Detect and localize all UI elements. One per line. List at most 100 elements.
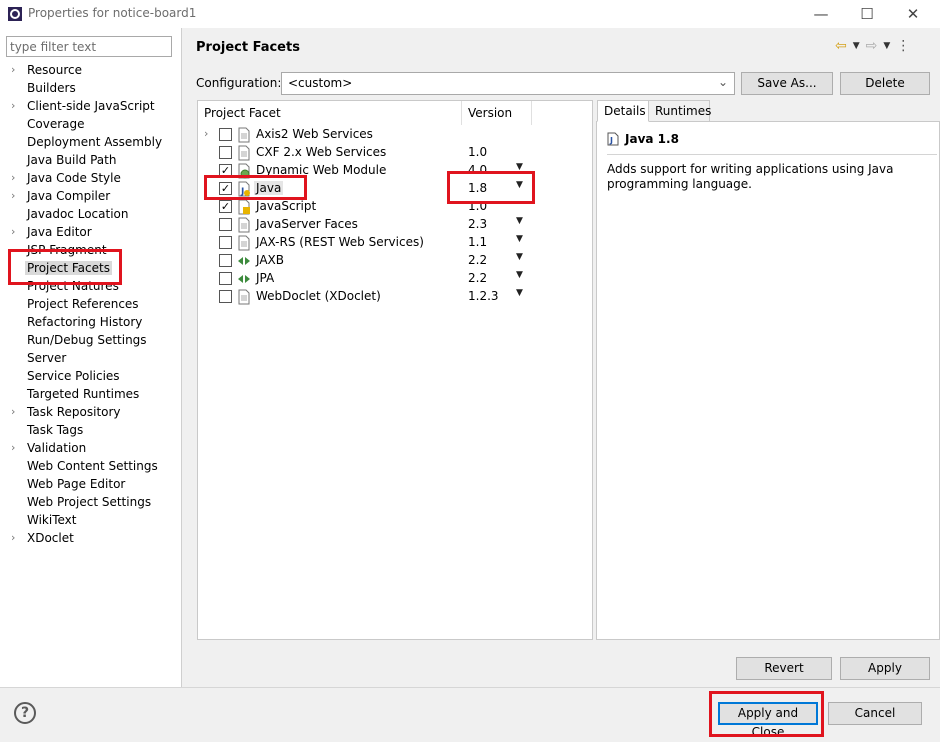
facet-row[interactable]: WebDoclet (XDoclet) 1.2.3 ▼ [198,288,592,306]
sidebar-item[interactable]: Project Facets [0,260,180,278]
chevron-right-icon[interactable]: › [11,171,15,184]
java-icon: J [237,181,251,197]
version-dropdown-icon[interactable]: ▼ [516,216,523,226]
sidebar-item[interactable]: Java Build Path [0,152,180,170]
facet-version[interactable]: 2.2 [468,253,487,267]
facet-row[interactable]: JPA 2.2 ▼ [198,270,592,288]
tab-details[interactable]: Details [597,100,649,122]
chevron-right-icon[interactable]: › [204,127,208,140]
sidebar-item[interactable]: › Task Repository [0,404,180,422]
cancel-button[interactable]: Cancel [828,702,922,725]
filter-input[interactable] [6,36,172,57]
sidebar-item[interactable]: Web Content Settings [0,458,180,476]
sidebar-item[interactable]: Service Policies [0,368,180,386]
close-button[interactable]: ✕ [890,0,936,28]
sidebar-item[interactable]: Targeted Runtimes [0,386,180,404]
back-arrow-icon[interactable]: ⇦ [835,38,847,54]
facet-version[interactable]: 1.2.3 [468,289,499,303]
forward-dropdown-icon[interactable]: ▼ [883,41,890,51]
sidebar-item[interactable]: Server [0,350,180,368]
sidebar-item[interactable]: › Validation [0,440,180,458]
sidebar-item[interactable]: JSP Fragment [0,242,180,260]
version-dropdown-icon[interactable]: ▼ [516,162,523,172]
sidebar-item[interactable]: › Resource [0,62,180,80]
sidebar-item-label: Builders [27,81,76,95]
sidebar-item[interactable]: › XDoclet [0,530,180,548]
chevron-right-icon[interactable]: › [11,441,15,454]
facet-checkbox[interactable] [219,272,232,285]
minimize-button[interactable]: — [798,0,844,28]
sidebar-item[interactable]: Coverage [0,116,180,134]
facet-version[interactable]: 2.2 [468,271,487,285]
project-facets-page: Project Facets ⇦ ▼ ⇨ ▼ ⋮ Configuration: … [183,28,940,687]
facet-version[interactable]: 2.3 [468,217,487,231]
facet-row[interactable]: CXF 2.x Web Services 1.0 [198,144,592,162]
facet-row[interactable]: JavaServer Faces 2.3 ▼ [198,216,592,234]
sidebar-item[interactable]: › Client-side JavaScript [0,98,180,116]
revert-button[interactable]: Revert [736,657,832,680]
facet-version[interactable]: 1.8 [468,181,487,195]
chevron-right-icon[interactable]: › [11,405,15,418]
sidebar-item[interactable]: › Java Editor [0,224,180,242]
help-icon[interactable]: ? [14,702,36,724]
facet-version[interactable]: 1.1 [468,235,487,249]
version-dropdown-icon[interactable]: ▼ [516,180,523,190]
minimize-icon: — [813,5,829,23]
save-as-button[interactable]: Save As... [741,72,833,95]
sidebar-item[interactable]: Project Natures [0,278,180,296]
chevron-right-icon[interactable]: › [11,63,15,76]
facet-checkbox[interactable] [219,236,232,249]
facet-checkbox[interactable] [219,254,232,267]
chevron-right-icon[interactable]: › [11,225,15,238]
sidebar-item[interactable]: Web Project Settings [0,494,180,512]
view-menu-icon[interactable]: ⋮ [896,38,910,54]
facet-checkbox[interactable]: ✓ [219,164,232,177]
chevron-right-icon[interactable]: › [11,99,15,112]
configuration-select[interactable]: <custom> ⌄ [281,72,735,95]
maximize-button[interactable]: ☐ [844,0,890,28]
facet-checkbox[interactable] [219,128,232,141]
version-dropdown-icon[interactable]: ▼ [516,234,523,244]
facet-row[interactable]: ✓ Dynamic Web Module 4.0 ▼ [198,162,592,180]
sidebar-item[interactable]: › Java Code Style [0,170,180,188]
facet-row[interactable]: ✓ JavaScript 1.0 [198,198,592,216]
sidebar-item[interactable]: Task Tags [0,422,180,440]
jaxb-icon [237,253,251,269]
facet-checkbox[interactable]: ✓ [219,200,232,213]
chevron-right-icon[interactable]: › [11,189,15,202]
sidebar-item[interactable]: › Java Compiler [0,188,180,206]
sidebar-item[interactable]: Refactoring History [0,314,180,332]
sidebar-item[interactable]: Run/Debug Settings [0,332,180,350]
sidebar-item[interactable]: Javadoc Location [0,206,180,224]
apply-and-close-button[interactable]: Apply and Close [718,702,818,739]
facet-row[interactable]: ✓ J Java 1.8 ▼ [198,180,592,198]
sidebar-item-label: Validation [27,441,87,455]
back-dropdown-icon[interactable]: ▼ [853,41,860,51]
version-dropdown-icon[interactable]: ▼ [516,252,523,262]
facet-name: JPA [256,271,275,285]
sidebar-item[interactable]: Project References [0,296,180,314]
facet-row[interactable]: JAX-RS (REST Web Services) 1.1 ▼ [198,234,592,252]
version-dropdown-icon[interactable]: ▼ [516,288,523,298]
sidebar-item-label: Web Page Editor [27,477,126,491]
tab-runtimes[interactable]: Runtimes [648,100,711,122]
sidebar-item[interactable]: Builders [0,80,180,98]
facet-version[interactable]: 4.0 [468,163,487,177]
facet-row[interactable]: › Axis2 Web Services [198,126,592,144]
facet-row[interactable]: JAXB 2.2 ▼ [198,252,592,270]
forward-arrow-icon[interactable]: ⇨ [866,38,878,54]
facet-checkbox[interactable] [219,218,232,231]
facet-checkbox[interactable] [219,146,232,159]
column-header-version[interactable]: Version [462,101,532,125]
chevron-right-icon[interactable]: › [11,531,15,544]
apply-button[interactable]: Apply [840,657,930,680]
delete-button[interactable]: Delete [840,72,930,95]
sidebar-item-label: XDoclet [27,531,74,545]
sidebar-item[interactable]: WikiText [0,512,180,530]
facet-checkbox[interactable] [219,290,232,303]
version-dropdown-icon[interactable]: ▼ [516,270,523,280]
facet-checkbox[interactable]: ✓ [219,182,232,195]
column-header-facet[interactable]: Project Facet [198,101,462,125]
sidebar-item[interactable]: Web Page Editor [0,476,180,494]
sidebar-item[interactable]: Deployment Assembly [0,134,180,152]
